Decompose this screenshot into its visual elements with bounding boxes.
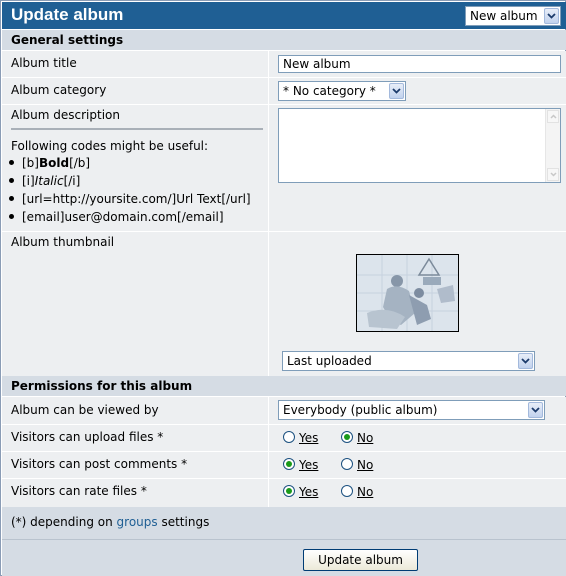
groups-link[interactable]: groups	[117, 515, 158, 529]
comments-no-label[interactable]: No	[357, 458, 373, 472]
rate-label: Visitors can rate files *	[11, 484, 147, 498]
update-album-button[interactable]: Update album	[303, 549, 418, 571]
album-thumbnail-select[interactable]: Last uploaded	[282, 351, 535, 371]
code-email: [email]user@domain.com[/email]	[9, 210, 224, 224]
chevron-down-icon	[518, 353, 533, 369]
title-bar: Update album New album	[2, 2, 566, 29]
code-italic: [i]Italic[/i]	[9, 174, 80, 188]
album-category-label: Album category	[11, 83, 107, 97]
section-title: Permissions for this album	[11, 379, 193, 393]
album-switch-select[interactable]: New album	[465, 6, 561, 26]
viewed-by-value: Everybody (public album)	[283, 403, 438, 417]
section-general-settings: General settings	[2, 30, 566, 50]
album-description-label: Album description	[11, 108, 120, 122]
upload-yes-label[interactable]: Yes	[299, 431, 318, 445]
album-title-label: Album title	[11, 56, 77, 70]
footer-note: (*) depending on groups settings	[2, 507, 566, 539]
chevron-down-icon	[544, 8, 559, 24]
column-divider	[268, 51, 269, 376]
rate-yes-label[interactable]: Yes	[299, 485, 318, 499]
codes-intro: Following codes might be useful:	[11, 139, 209, 153]
album-thumbnail-value: Last uploaded	[287, 354, 372, 368]
thumbnail-image	[356, 254, 459, 332]
comments-no-radio[interactable]	[341, 458, 353, 470]
chevron-down-icon	[528, 402, 543, 418]
comments-yes-label[interactable]: Yes	[299, 458, 318, 472]
description-divider	[11, 128, 263, 130]
section-title: General settings	[11, 33, 124, 47]
rate-no-radio[interactable]	[341, 485, 353, 497]
album-title-value: New album	[283, 57, 351, 71]
rate-yes-radio[interactable]	[283, 485, 295, 497]
row-divider	[2, 231, 566, 232]
bullet	[9, 178, 14, 183]
row-divider	[2, 104, 566, 105]
code-bold: [b]Bold[/b]	[9, 156, 90, 170]
album-thumbnail-label: Album thumbnail	[11, 235, 115, 249]
column-divider	[268, 397, 269, 507]
upload-label: Visitors can upload files *	[11, 430, 164, 444]
upload-no-label[interactable]: No	[357, 431, 373, 445]
album-switch-value: New album	[470, 9, 538, 23]
bullet	[9, 196, 14, 201]
footer-note-text: (*) depending on groups settings	[11, 515, 210, 529]
album-title-input[interactable]: New album	[278, 55, 561, 73]
album-category-value: * No category *	[283, 84, 376, 98]
page-title: Update album	[11, 5, 124, 24]
section-permissions: Permissions for this album	[2, 376, 566, 396]
scrollbar[interactable]	[545, 109, 560, 182]
row-divider	[2, 478, 566, 479]
footer-actions: Update album	[2, 540, 566, 576]
scroll-up-icon[interactable]	[547, 110, 559, 123]
album-category-select[interactable]: * No category *	[278, 81, 406, 101]
bullet	[9, 160, 14, 165]
chevron-down-icon	[389, 83, 404, 99]
bullet	[9, 214, 14, 219]
code-url: [url=http://yoursite.com/]Url Text[/url]	[9, 192, 251, 206]
comments-yes-radio[interactable]	[283, 458, 295, 470]
upload-yes-radio[interactable]	[283, 431, 295, 443]
row-divider	[2, 451, 566, 452]
row-divider	[2, 77, 566, 78]
album-description-textarea[interactable]	[278, 108, 561, 183]
comments-label: Visitors can post comments *	[11, 457, 188, 471]
row-divider	[2, 424, 566, 425]
rate-no-label[interactable]: No	[357, 485, 373, 499]
update-album-form: Update album New album General settings …	[0, 0, 566, 576]
upload-no-radio[interactable]	[341, 431, 353, 443]
viewed-by-select[interactable]: Everybody (public album)	[278, 400, 545, 420]
viewed-by-label: Album can be viewed by	[11, 403, 159, 417]
scroll-down-icon[interactable]	[547, 168, 559, 181]
